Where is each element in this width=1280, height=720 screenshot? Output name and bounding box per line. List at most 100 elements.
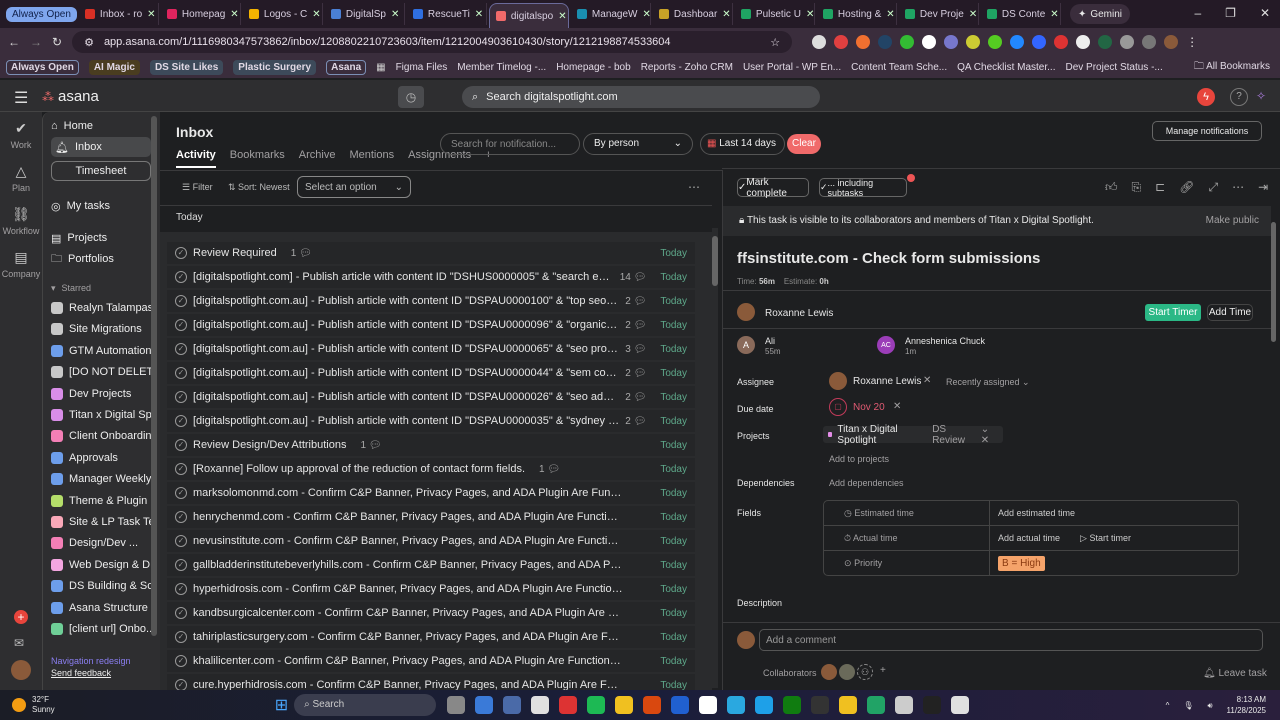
taskbar-app-icon[interactable] — [783, 696, 802, 714]
extension-icon[interactable] — [1098, 35, 1113, 49]
help-icon[interactable]: ? — [1230, 88, 1248, 106]
like-icon[interactable]: 👍︎ — [1105, 180, 1118, 195]
extension-icon[interactable] — [1010, 35, 1025, 49]
notification-row[interactable]: ✓ [digitalspotlight.com.au] - Publish art… — [167, 410, 695, 432]
leave-task-button[interactable]: 🔔︎ Leave task — [1203, 668, 1267, 679]
inbox-tab-bookmarks[interactable]: Bookmarks — [230, 149, 285, 168]
sidebar-item-inbox[interactable]: 🔔︎ Inbox — [51, 137, 151, 157]
taskbar-app-icon[interactable] — [559, 696, 578, 714]
bookmark-item[interactable]: Homepage - bob — [556, 62, 631, 73]
close-tab-icon[interactable]: ✕ — [475, 9, 483, 20]
notification-row[interactable]: ✓ [digitalspotlight.com.au] - Publish art… — [167, 290, 695, 312]
apps-grid-icon[interactable]: ▦ — [376, 62, 385, 73]
complete-including-subtasks-button[interactable]: ✓... including subtasks — [819, 178, 907, 198]
check-circle-icon[interactable]: ✓ — [175, 559, 187, 571]
taskbar-app-icon[interactable] — [615, 696, 634, 714]
notification-row[interactable]: ✓ [digitalspotlight.com] - Publish articl… — [167, 266, 695, 288]
sidebar-item-projects[interactable]: ▤ Projects — [51, 228, 151, 248]
check-circle-icon[interactable]: ✓ — [175, 583, 187, 595]
option-select[interactable]: Select an option ⌄ — [297, 176, 411, 198]
browser-tab[interactable]: digitalspo ✕ — [488, 3, 569, 29]
extension-icon[interactable] — [922, 35, 937, 49]
start-timer-button[interactable]: Start Timer — [1145, 304, 1201, 321]
sidebar-starred-project[interactable]: Asana Structure — [51, 598, 151, 618]
project-chip[interactable]: Titan x Digital Spotlight DS Review ⌄ ✕ — [823, 424, 1003, 446]
close-tab-icon[interactable]: ✕ — [643, 9, 650, 20]
sidebar-starred-project[interactable]: Design/Dev ... — [51, 533, 151, 553]
ai-sparkle-icon[interactable]: ✧ — [1256, 89, 1266, 103]
filter-button[interactable]: ☰ Filter — [182, 182, 213, 193]
taskbar-app-icon[interactable] — [503, 696, 522, 714]
create-plus-icon[interactable]: + — [14, 610, 28, 624]
taskbar-app-icon[interactable] — [447, 696, 466, 714]
assignee-value[interactable]: Roxanne Lewis — [853, 376, 921, 387]
close-tab-icon[interactable]: ✕ — [969, 9, 977, 20]
bookmark-star-icon[interactable]: ☆ — [770, 36, 780, 49]
collaborator-avatar[interactable] — [821, 664, 837, 680]
check-circle-icon[interactable]: ✓ — [175, 631, 187, 643]
minimize-button[interactable]: – — [1194, 6, 1201, 20]
add-estimated-time-input[interactable]: Add estimated time — [990, 501, 1083, 525]
close-tab-icon[interactable]: ✕ — [1050, 9, 1058, 20]
plus-icon[interactable]: + — [880, 665, 886, 676]
weather-widget[interactable]: 32°F Sunny — [32, 695, 55, 715]
taskbar-app-icon[interactable] — [839, 696, 858, 714]
notification-row[interactable]: ✓ marksolomonmd.com - Confirm C&P Banner,… — [167, 482, 695, 504]
section-dropdown[interactable]: DS Review — [932, 424, 976, 446]
timesheet-button[interactable]: Timesheet — [51, 161, 151, 181]
site-settings-icon[interactable]: ⚙ — [84, 36, 94, 49]
check-circle-icon[interactable]: ✓ — [175, 511, 187, 523]
mic-icon[interactable]: 🎙︎ — [1183, 700, 1193, 711]
taskbar-app-icon[interactable] — [699, 696, 718, 714]
check-circle-icon[interactable]: ✓ — [175, 439, 187, 451]
taskbar-app-icon[interactable] — [811, 696, 830, 714]
bookmark-item[interactable]: Asana — [326, 59, 367, 75]
list-scrollbar[interactable] — [712, 228, 718, 688]
rail-item-work[interactable]: ✔ Work — [0, 120, 42, 150]
sidebar-item-my-tasks[interactable]: ◎ My tasks — [51, 196, 151, 216]
expand-icon[interactable]: ⤢ — [1208, 180, 1218, 195]
notification-row[interactable]: ✓ nevusinstitute.com - Confirm C&P Banner… — [167, 530, 695, 552]
notification-row[interactable]: ✓ Review Required 1 💬︎ Today — [167, 242, 695, 264]
taskbar-app-icon[interactable] — [727, 696, 746, 714]
reload-icon[interactable]: ↻ — [52, 35, 62, 49]
check-circle-icon[interactable]: ✓ — [175, 247, 187, 259]
sidebar-starred-project[interactable]: [DO NOT DELETE... — [51, 362, 151, 382]
bookmark-item[interactable]: Dev Project Status -... — [1065, 62, 1162, 73]
notification-row[interactable]: ✓ gallbladderinstitutebeverlyhills.com - … — [167, 554, 695, 576]
add-actual-time-input[interactable]: Add actual time — [998, 533, 1060, 543]
inbox-tab-archive[interactable]: Archive — [299, 149, 336, 168]
tab-search-icon[interactable] — [1142, 35, 1157, 49]
restore-button[interactable]: ❐ — [1225, 6, 1236, 20]
browser-tab[interactable]: Homepag ✕ — [161, 3, 241, 25]
manage-notifications-button[interactable]: Manage notifications — [1152, 121, 1262, 141]
notification-row[interactable]: ✓ hyperhidrosis.com - Confirm C&P Banner,… — [167, 578, 695, 600]
taskbar-app-icon[interactable] — [643, 696, 662, 714]
taskbar-app-icon[interactable] — [867, 696, 886, 714]
browser-tab[interactable]: Dashboar ✕ — [653, 3, 733, 25]
send-feedback-link[interactable]: Send feedback — [51, 668, 111, 678]
sidebar-starred-project[interactable]: Realyn Talampas'... — [51, 298, 151, 318]
sidebar-starred-project[interactable]: Manager Weekly... — [51, 469, 151, 489]
browser-tab[interactable]: Dev Proje ✕ — [899, 3, 979, 25]
check-circle-icon[interactable]: ✓ — [175, 415, 187, 427]
mark-complete-button[interactable]: ✓ Mark complete — [737, 177, 809, 199]
taskbar-app-icon[interactable] — [531, 696, 550, 714]
close-window-button[interactable]: ✕ — [1260, 6, 1270, 20]
attachment-icon[interactable]: ⎘ — [1132, 180, 1142, 195]
bookmark-item[interactable]: AI Magic — [88, 59, 140, 75]
user-avatar[interactable] — [11, 660, 31, 680]
global-search-input[interactable]: ⌕ Search digitalspotlight.com — [462, 86, 820, 108]
browser-tab[interactable]: Hosting & ✕ — [817, 3, 897, 25]
extension-icon[interactable] — [944, 35, 959, 49]
mail-icon[interactable]: ✉ — [14, 636, 24, 650]
bookmark-item[interactable]: Reports - Zoho CRM — [641, 62, 733, 73]
add-dependencies-button[interactable]: Add dependencies — [829, 478, 904, 488]
puzzle-icon[interactable] — [1120, 35, 1135, 49]
close-tab-icon[interactable]: ✕ — [391, 9, 399, 20]
taskbar-app-icon[interactable] — [671, 696, 690, 714]
date-range-button[interactable]: ▦ Last 14 days — [700, 133, 785, 155]
extension-icon[interactable] — [966, 35, 981, 49]
extension-icon[interactable] — [856, 35, 871, 49]
comment-input[interactable]: Add a comment — [759, 629, 1263, 651]
